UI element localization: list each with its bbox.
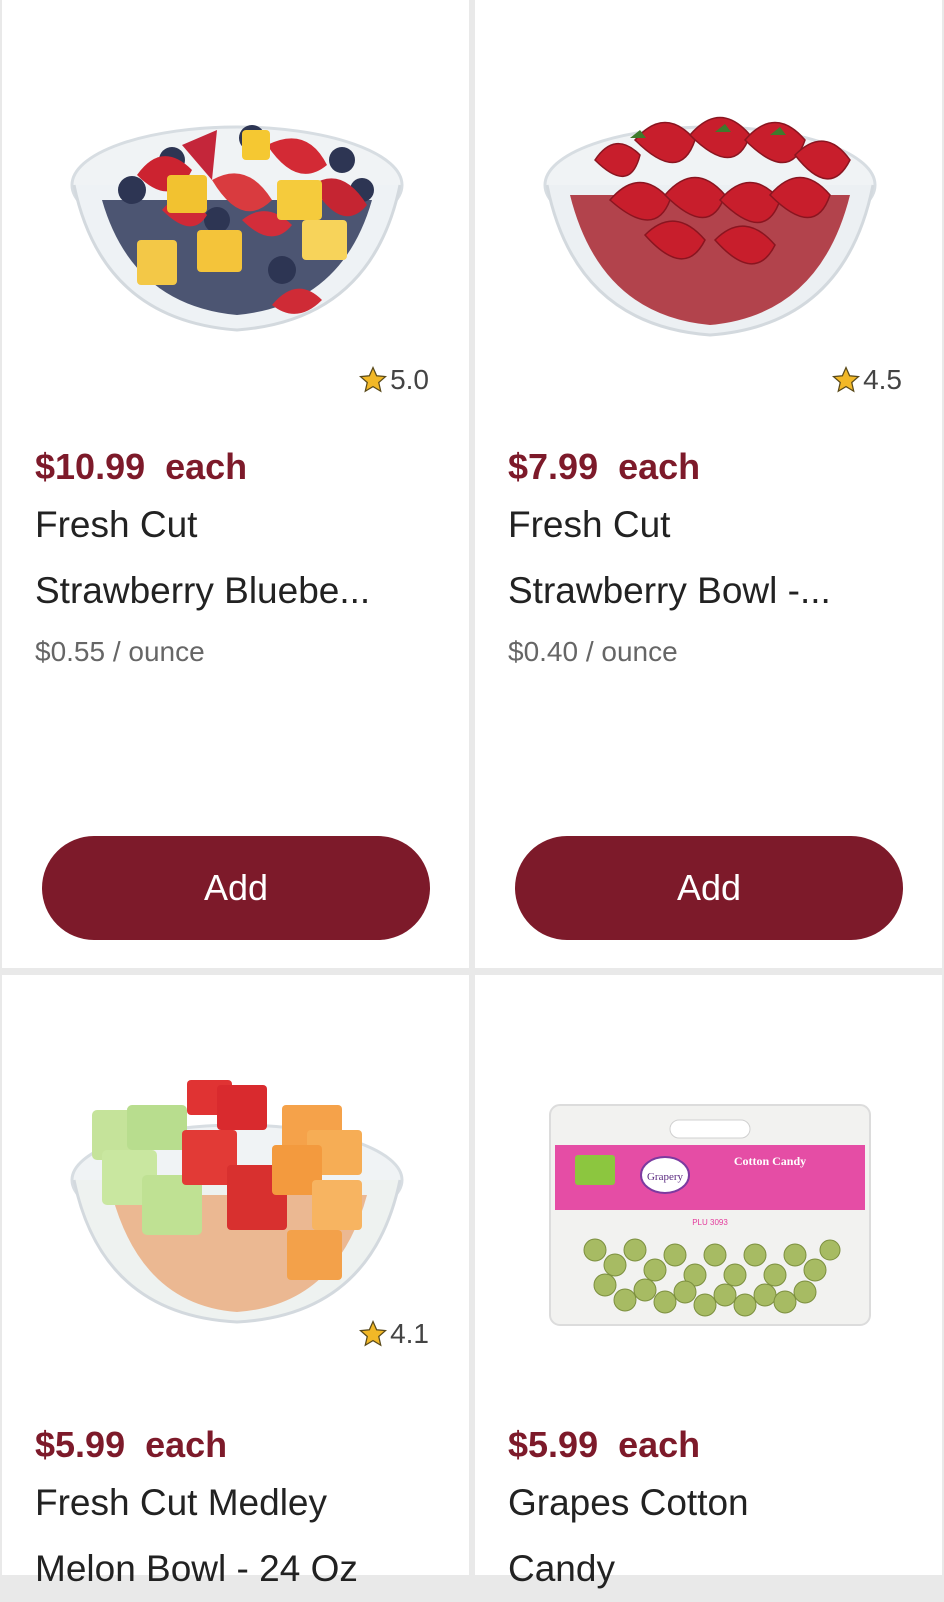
package-brand: Grapery	[647, 1171, 684, 1183]
price-unit: each	[618, 446, 701, 487]
product-card-strawberry-bowl[interactable]: 4.5 $7.99 each Fresh Cut Strawberry Bowl …	[475, 0, 942, 968]
rating-value: 4.5	[863, 364, 902, 395]
product-card-cotton-candy-grapes[interactable]: Grapery Cotton Candy PLU 3093	[475, 975, 942, 1575]
unit-price: $0.55 / ounce	[35, 636, 205, 667]
star-icon	[359, 365, 388, 393]
rating-value: 4.1	[390, 1318, 429, 1349]
add-to-cart-button[interactable]: Add	[515, 836, 903, 940]
product-name-line-1: Fresh Cut	[35, 504, 198, 545]
product-image-strawberry-bowl[interactable]	[515, 90, 905, 350]
star-icon	[832, 365, 861, 393]
unit-price: $0.40 / ounce	[508, 636, 678, 667]
price: $10.99 each	[35, 446, 247, 488]
product-image-melon-bowl[interactable]	[42, 1070, 432, 1330]
price-amount: $10.99	[35, 446, 146, 487]
product-card-melon-bowl[interactable]: 4.1	[2, 975, 469, 1575]
price-unit: each	[165, 446, 248, 487]
product-name[interactable]: Fresh Cut Strawberry Bowl -...	[508, 492, 918, 624]
package-title: Cotton Candy	[734, 1154, 806, 1168]
rating: 5.0	[358, 364, 429, 396]
product-name-line-2: Strawberry Bowl -...	[508, 570, 831, 611]
product-card-fruit-bowl[interactable]: 5.0 $10.99 each Fresh Cut Strawberry Blue…	[2, 0, 469, 968]
price-amount: $7.99	[508, 446, 599, 487]
product-image-grapes-bag[interactable]: Grapery Cotton Candy PLU 3093	[515, 1070, 905, 1330]
rating: 4.5	[831, 364, 902, 396]
price: $7.99 each	[508, 446, 700, 488]
rating: 4.1	[358, 1318, 429, 1350]
product-name-line-2: Strawberry Bluebe...	[35, 570, 371, 611]
product-name[interactable]: Fresh Cut Strawberry Bluebe...	[35, 492, 445, 624]
product-grid: 5.0 $10.99 each Fresh Cut Strawberry Blue…	[0, 0, 944, 1589]
star-icon	[359, 1319, 388, 1347]
package-code: PLU 3093	[692, 1218, 728, 1227]
add-to-cart-button[interactable]: Add	[42, 836, 430, 940]
product-image-fruit-bowl[interactable]	[42, 90, 432, 350]
product-name-line-1: Fresh Cut	[508, 504, 671, 545]
rating-value: 5.0	[390, 364, 429, 395]
